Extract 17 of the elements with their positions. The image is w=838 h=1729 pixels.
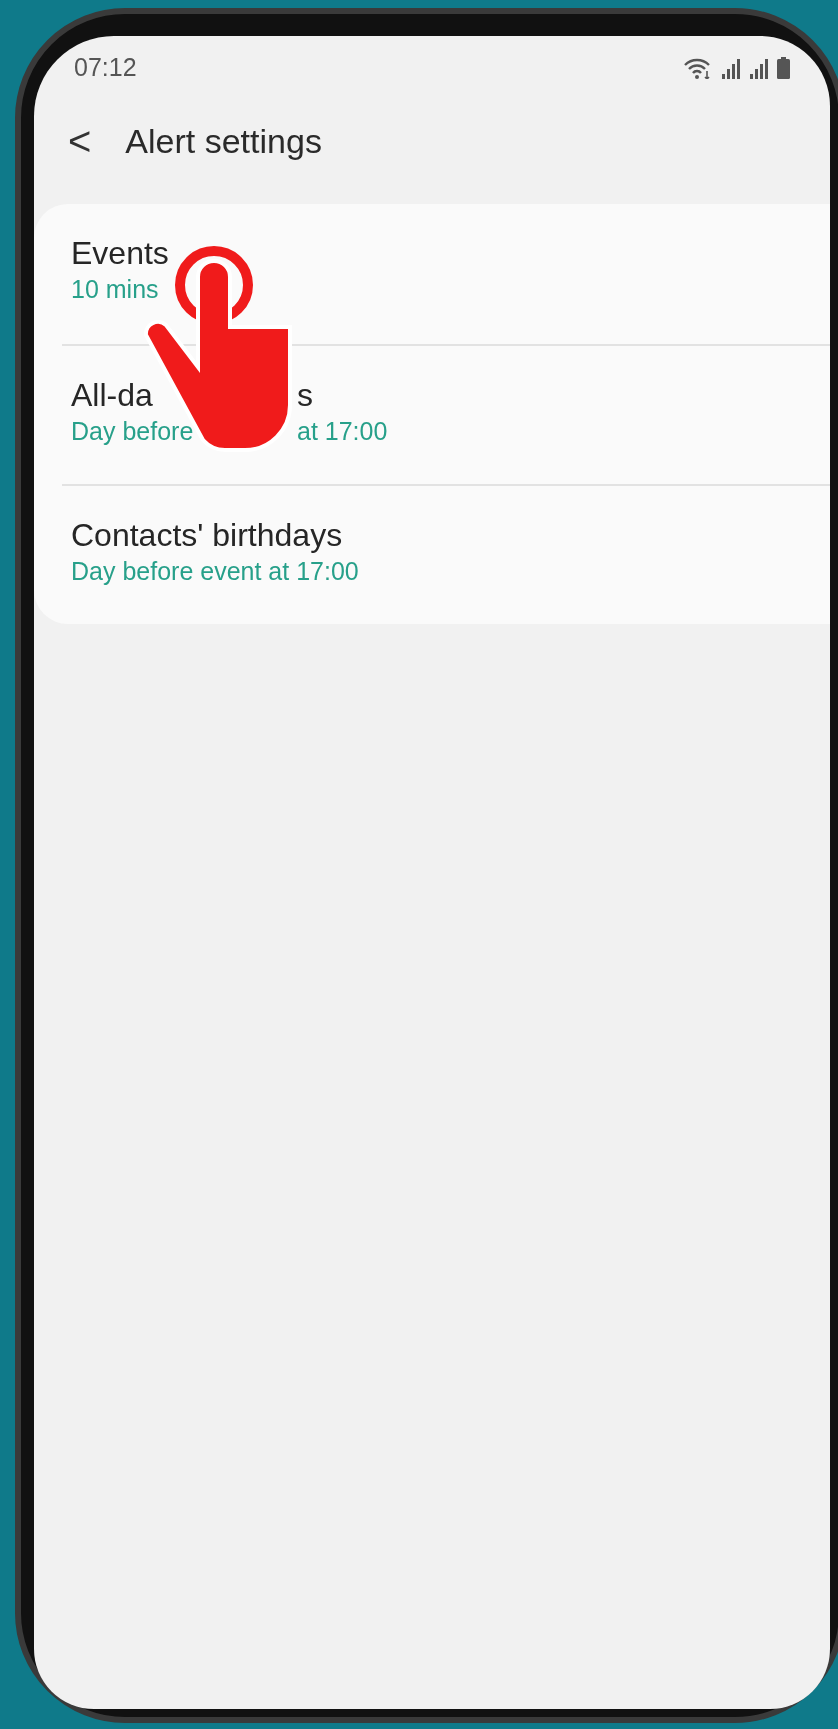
item-subtitle: at 17:00 [297, 416, 388, 448]
item-title: Contacts' birthdays [71, 516, 343, 555]
page-title: Alert settings [125, 120, 322, 162]
item-title: Events [71, 234, 169, 273]
signal-icon [749, 59, 769, 79]
signal-icon [721, 59, 741, 79]
item-subtitle: Day before [71, 416, 195, 448]
status-time: 07:12 [74, 52, 137, 84]
item-subtitle: Day before event at 17:00 [71, 556, 359, 588]
battery-icon [777, 57, 790, 79]
item-subtitle: 10 mins [71, 274, 159, 306]
item-title: s [297, 376, 313, 415]
wifi-icon [683, 57, 713, 79]
list-item[interactable]: Events 10 mins [34, 204, 830, 344]
item-title: All-da [71, 376, 154, 415]
list-item[interactable]: Contacts' birthdays Day before event at 17:00 [62, 484, 830, 624]
back-button[interactable]: < [68, 121, 92, 161]
